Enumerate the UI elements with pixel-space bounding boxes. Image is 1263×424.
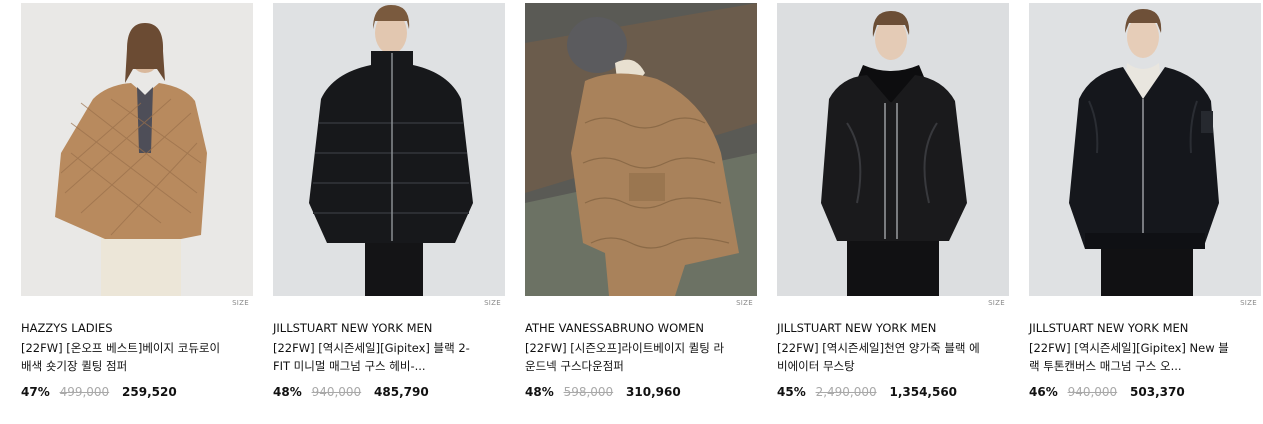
product-card[interactable]: SIZE HAZZYS LADIES [22FW] [온오프 베스트]베이지 코… [21,3,253,399]
brand-name: JILLSTUART NEW YORK MEN [777,321,937,335]
original-price: 598,000 [563,385,614,399]
brand-name: ATHE VANESSABRUNO WOMEN [525,321,704,335]
product-card[interactable]: SIZE JILLSTUART NEW YORK MEN [22FW] [역시즌… [1029,3,1261,399]
black-trousers [1101,243,1193,296]
original-price: 2,490,000 [815,385,877,399]
brand-name: JILLSTUART NEW YORK MEN [1029,321,1189,335]
size-label: SIZE [232,299,249,307]
discount-rate: 45% [777,385,806,399]
product-image[interactable] [21,3,253,296]
product-card[interactable]: SIZE ATHE VANESSABRUNO WOMEN [22FW] [시즌오… [525,3,757,399]
sale-price: 259,520 [122,385,177,399]
model-photo [1029,3,1261,296]
product-card[interactable]: SIZE JILLSTUART NEW YORK MEN [22FW] [역시즌… [273,3,505,399]
product-image[interactable] [273,3,505,296]
flap-pocket [629,173,665,201]
price-row: 45% 2,490,000 1,354,560 [777,385,957,399]
original-price: 499,000 [59,385,110,399]
product-card[interactable]: SIZE JILLSTUART NEW YORK MEN [22FW] [역시즌… [777,3,1009,399]
sale-price: 485,790 [374,385,429,399]
discount-rate: 48% [525,385,554,399]
size-label: SIZE [736,299,753,307]
sale-price: 503,370 [1130,385,1185,399]
black-leather-aviator-jacket [821,75,967,241]
discount-rate: 47% [21,385,50,399]
size-label: SIZE [1240,299,1257,307]
model-photo [777,3,1009,296]
cream-trousers [101,233,181,296]
model-photo [21,3,253,296]
product-name[interactable]: [22FW] [시즌오프]라이트베이지 퀼팅 라운드넥 구스다운점퍼 [525,339,730,375]
grey-sweater [137,87,153,153]
ribbed-hem [1085,233,1205,249]
price-row: 48% 940,000 485,790 [273,385,429,399]
sale-price: 1,354,560 [889,385,958,399]
product-name[interactable]: [22FW] [역시즌세일]천연 양가죽 블랙 에비에이터 무스탕 [777,339,982,375]
black-trousers [847,239,939,296]
price-row: 46% 940,000 503,370 [1029,385,1185,399]
brand-name: HAZZYS LADIES [21,321,113,335]
price-row: 48% 598,000 310,960 [525,385,681,399]
model-photo [525,3,757,296]
product-name[interactable]: [22FW] [온오프 베스트]베이지 코듀로이 배색 숏기장 퀼팅 점퍼 [21,339,226,375]
product-name[interactable]: [22FW] [역시즌세일][Gipitex] New 블랙 투톤캔버스 매그넘… [1029,339,1234,375]
product-image[interactable] [525,3,757,296]
size-label: SIZE [484,299,501,307]
size-label: SIZE [988,299,1005,307]
brand-name: JILLSTUART NEW YORK MEN [273,321,433,335]
discount-rate: 48% [273,385,302,399]
sale-price: 310,960 [626,385,681,399]
product-image[interactable] [777,3,1009,296]
sleeve-pocket [1201,111,1213,133]
product-grid: SIZE HAZZYS LADIES [22FW] [온오프 베스트]베이지 코… [0,0,1263,424]
discount-rate: 46% [1029,385,1058,399]
model-photo [273,3,505,296]
product-name[interactable]: [22FW] [역시즌세일][Gipitex] 블랙 2-FIT 미니멀 매그넘… [273,339,478,375]
original-price: 940,000 [1067,385,1118,399]
price-row: 47% 499,000 259,520 [21,385,177,399]
product-image[interactable] [1029,3,1261,296]
original-price: 940,000 [311,385,362,399]
